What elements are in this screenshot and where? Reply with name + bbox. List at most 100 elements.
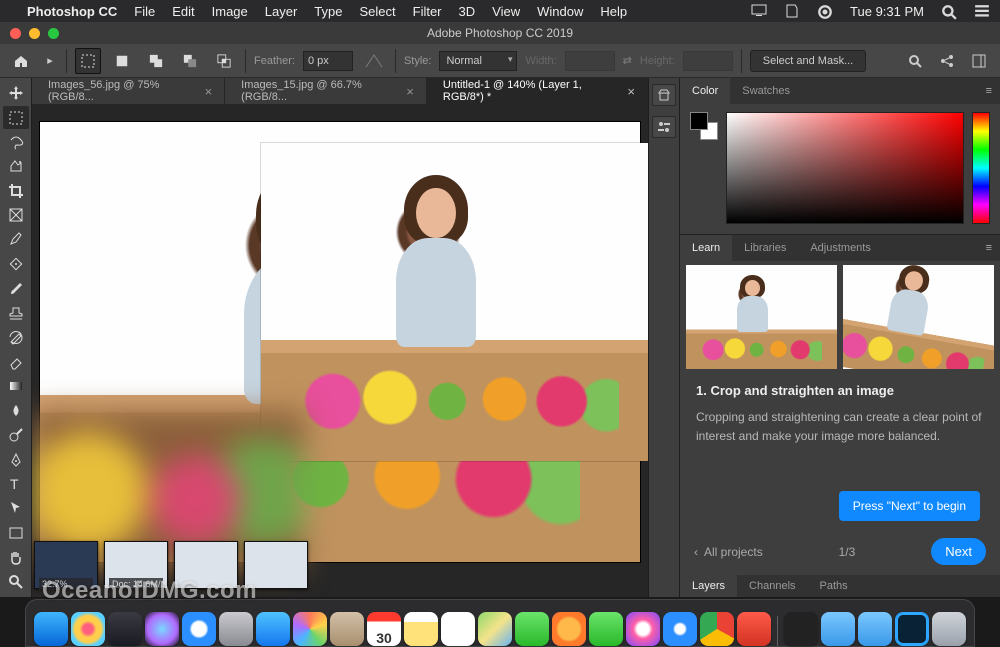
style-select[interactable]: Normal — [439, 51, 517, 71]
menu-layer[interactable]: Layer — [265, 4, 298, 19]
home-button[interactable] — [8, 48, 34, 74]
color-picker-field[interactable] — [726, 112, 964, 224]
dock-siri[interactable] — [145, 612, 179, 646]
type-tool[interactable]: T — [3, 473, 29, 495]
canvas[interactable] — [32, 104, 648, 597]
hand-tool[interactable] — [3, 546, 29, 568]
zoom-window-button[interactable] — [48, 28, 59, 39]
dock-folder2[interactable] — [858, 612, 892, 646]
share-icon[interactable] — [934, 48, 960, 74]
menu-image[interactable]: Image — [212, 4, 248, 19]
dock-settings[interactable] — [219, 612, 253, 646]
pen-tool[interactable] — [3, 448, 29, 470]
menubar-clock[interactable]: Tue 9:31 PM — [850, 4, 924, 19]
dock-photos[interactable] — [293, 612, 327, 646]
crop-tool[interactable] — [3, 180, 29, 202]
all-projects-link[interactable]: ‹All projects — [694, 545, 763, 559]
fg-bg-swatch[interactable] — [690, 112, 718, 140]
dock-itunes[interactable] — [626, 612, 660, 646]
menubar-app[interactable]: Photoshop CC — [27, 4, 117, 19]
selection-intersect-icon[interactable] — [211, 48, 237, 74]
quick-select-tool[interactable] — [3, 155, 29, 177]
record-icon[interactable] — [817, 4, 833, 18]
dock-facetime[interactable] — [589, 612, 623, 646]
dock-notes[interactable] — [404, 612, 438, 646]
brush-tool[interactable] — [3, 277, 29, 299]
dock-magnet[interactable] — [737, 612, 771, 646]
feather-input[interactable]: 0 px — [303, 51, 353, 71]
lasso-tool[interactable] — [3, 131, 29, 153]
history-panel-icon[interactable] — [652, 84, 676, 106]
gradient-tool[interactable] — [3, 375, 29, 397]
stamp-tool[interactable] — [3, 302, 29, 324]
menu-type[interactable]: Type — [314, 4, 342, 19]
menu-file[interactable]: File — [134, 4, 155, 19]
spotlight-icon[interactable] — [941, 4, 957, 18]
properties-panel-icon[interactable] — [652, 116, 676, 138]
selection-new-icon[interactable] — [109, 48, 135, 74]
panel-menu-icon[interactable]: ≡ — [978, 78, 1000, 104]
tab-libraries[interactable]: Libraries — [732, 235, 798, 261]
menu-window[interactable]: Window — [537, 4, 583, 19]
blur-tool[interactable] — [3, 399, 29, 421]
tab-swatches[interactable]: Swatches — [730, 78, 802, 104]
tab-color[interactable]: Color — [680, 78, 730, 104]
dock-finder[interactable] — [34, 612, 68, 646]
menu-edit[interactable]: Edit — [172, 4, 194, 19]
hue-slider[interactable] — [972, 112, 990, 224]
tab-layers[interactable]: Layers — [680, 575, 737, 597]
artboard[interactable] — [40, 122, 640, 562]
dock-safari[interactable] — [182, 612, 216, 646]
marquee-tool-preset-icon[interactable] — [75, 48, 101, 74]
doc-tab-1[interactable]: Images_15.jpg @ 66.7% (RGB/8...× — [225, 78, 427, 104]
shape-tool[interactable] — [3, 522, 29, 544]
move-tool[interactable] — [3, 82, 29, 104]
menu-filter[interactable]: Filter — [413, 4, 442, 19]
selection-add-icon[interactable] — [143, 48, 169, 74]
tab-paths[interactable]: Paths — [808, 575, 860, 597]
path-select-tool[interactable] — [3, 497, 29, 519]
workspace-icon[interactable] — [966, 48, 992, 74]
healing-tool[interactable] — [3, 253, 29, 275]
search-icon[interactable] — [902, 48, 928, 74]
select-and-mask-button[interactable]: Select and Mask... — [750, 50, 867, 72]
dock-chrome[interactable] — [700, 612, 734, 646]
menu-help[interactable]: Help — [600, 4, 627, 19]
tab-channels[interactable]: Channels — [737, 575, 807, 597]
eyedropper-tool[interactable] — [3, 229, 29, 251]
menu-3d[interactable]: 3D — [459, 4, 476, 19]
dock-launchpad[interactable] — [71, 612, 105, 646]
dock-firefox[interactable] — [552, 612, 586, 646]
control-center-icon[interactable] — [974, 4, 990, 18]
close-icon[interactable]: × — [627, 84, 635, 99]
dock-maps[interactable] — [478, 612, 512, 646]
close-window-button[interactable] — [10, 28, 21, 39]
menu-select[interactable]: Select — [359, 4, 395, 19]
tab-adjustments[interactable]: Adjustments — [798, 235, 883, 261]
menu-view[interactable]: View — [492, 4, 520, 19]
dock-reminders[interactable] — [441, 612, 475, 646]
doc-tab-0[interactable]: Images_56.jpg @ 75% (RGB/8...× — [32, 78, 225, 104]
close-icon[interactable]: × — [205, 84, 213, 99]
close-icon[interactable]: × — [406, 84, 414, 99]
dock-trash[interactable] — [932, 612, 966, 646]
dodge-tool[interactable] — [3, 424, 29, 446]
frame-tool[interactable] — [3, 204, 29, 226]
history-brush-tool[interactable] — [3, 326, 29, 348]
dock-contacts[interactable] — [330, 612, 364, 646]
dock-mail[interactable] — [256, 612, 290, 646]
dock-messages[interactable] — [515, 612, 549, 646]
dock-folder1[interactable] — [821, 612, 855, 646]
options-flyout-icon[interactable]: ▸ — [42, 48, 58, 74]
eraser-tool[interactable] — [3, 351, 29, 373]
panel-menu-icon[interactable]: ≡ — [978, 235, 1000, 261]
dock-calendar[interactable]: 30 — [367, 612, 401, 646]
next-button[interactable]: Next — [931, 538, 986, 565]
selection-subtract-icon[interactable] — [177, 48, 203, 74]
zoom-tool[interactable] — [3, 570, 29, 592]
dock-photoshop[interactable] — [895, 612, 929, 646]
tab-learn[interactable]: Learn — [680, 235, 732, 261]
dock-mission-control[interactable] — [108, 612, 142, 646]
dock-appstore[interactable] — [663, 612, 697, 646]
doc-tab-2[interactable]: Untitled-1 @ 140% (Layer 1, RGB/8*) *× — [427, 78, 648, 104]
